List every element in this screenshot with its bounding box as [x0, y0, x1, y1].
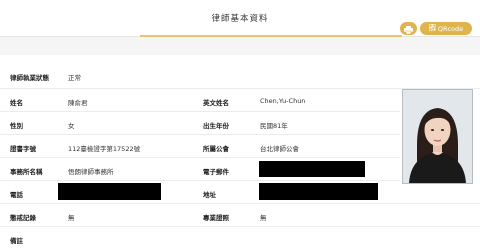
row-phone: 電話 地址 [0, 181, 480, 204]
name-value: 陳俞君 [68, 99, 88, 107]
phone-redaction [58, 183, 161, 200]
qrcode-label: QRcode [437, 24, 464, 33]
email-redaction [259, 161, 365, 177]
row-office: 事務所名稱 悟朗律師事務所 電子郵件 [0, 158, 400, 181]
office-label: 事務所名稱 [10, 168, 43, 176]
print-button[interactable] [400, 22, 417, 35]
email-label: 電子郵件 [203, 168, 229, 176]
english-name-value: Chen,Yu-Chun [260, 97, 306, 105]
status-row: 律師執業狀態 正常 [0, 64, 480, 89]
remarks-label: 備註 [10, 237, 23, 245]
qrcode-icon [428, 23, 437, 33]
bar-value: 台北律師公會 [260, 145, 299, 153]
cert-label: 證書字號 [10, 145, 36, 153]
page-header: 律師基本資料 QRcode [0, 0, 480, 37]
row-name: 姓名 陳俞君 英文姓名 Chen,Yu-Chun [0, 89, 400, 112]
section-divider [0, 37, 480, 55]
cert-value: 112臺檢證字第17522號 [68, 145, 141, 153]
row-discipline: 懲戒記錄 無 專業證照 無 [0, 204, 480, 227]
status-label: 律師執業狀態 [10, 74, 49, 82]
specialty-value: 無 [260, 214, 267, 222]
name-label: 姓名 [10, 99, 23, 107]
portrait-image [403, 90, 472, 183]
qrcode-button[interactable]: QRcode [420, 22, 472, 35]
birth-year-label: 出生年份 [203, 122, 229, 130]
row-remarks: 備註 [0, 227, 480, 249]
phone-label: 電話 [10, 191, 23, 199]
discipline-value: 無 [68, 214, 75, 222]
address-label: 地址 [203, 191, 216, 199]
discipline-label: 懲戒記錄 [10, 214, 36, 222]
birth-year-value: 民國81年 [260, 122, 288, 130]
row-certificate: 證書字號 112臺檢證字第17522號 所屬公會 台北律師公會 [0, 135, 400, 158]
status-value: 正常 [68, 74, 81, 82]
specialty-label: 專業證照 [203, 214, 229, 222]
printer-icon [404, 19, 413, 38]
gender-label: 性別 [10, 122, 23, 130]
english-name-label: 英文姓名 [203, 99, 229, 107]
bar-label: 所屬公會 [203, 145, 229, 153]
office-value: 悟朗律師事務所 [68, 168, 114, 176]
lawyer-photo [402, 89, 473, 184]
row-gender: 性別 女 出生年份 民國81年 [0, 112, 400, 135]
gender-value: 女 [68, 122, 75, 130]
address-redaction [259, 183, 378, 200]
